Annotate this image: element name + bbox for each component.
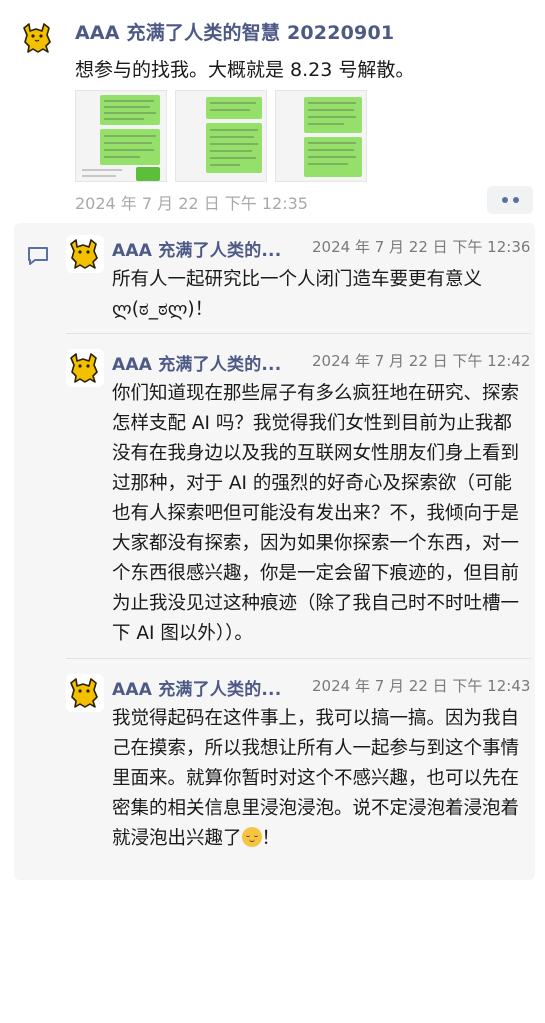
comment-timestamp: 2024 年 7 月 22 日 下午 12:42 [312, 352, 531, 370]
comment-item: AAA 充满了人类的... 2024 年 7 月 22 日 下午 12:43 我… [66, 662, 531, 872]
comment-text-end: ！ [261, 828, 281, 849]
avatar[interactable] [66, 349, 104, 387]
comment-author-name[interactable]: AAA 充满了人类的... [112, 675, 308, 700]
comments-section: AAA 充满了人类的... 2024 年 7 月 22 日 下午 12:36 所… [14, 223, 535, 880]
avatar[interactable] [66, 674, 104, 712]
moment-post: AAA 充满了人类的智慧 20220901 想参与的找我。大概就是 8.23 号… [0, 0, 545, 220]
comment-item: AAA 充满了人类的... 2024 年 7 月 22 日 下午 12:36 所… [66, 223, 531, 320]
cat-avatar-icon [70, 239, 98, 269]
post-image[interactable] [275, 90, 367, 182]
comment-text: 我觉得起码在这件事上，我可以搞一搞。因为我自己在摸索，所以我想让所有人一起参与到… [112, 708, 520, 849]
comment-author-name[interactable]: AAA 充满了人类的... [112, 236, 308, 261]
avatar[interactable] [18, 18, 58, 58]
comment-item: AAA 充满了人类的... 2024 年 7 月 22 日 下午 12:42 你… [66, 337, 531, 647]
divider [66, 333, 531, 334]
comment-icon [28, 247, 48, 265]
post-text: 想参与的找我。大概就是 8.23 号解散。 [75, 59, 415, 81]
relieved-face-emoji-icon [241, 827, 262, 847]
comment-text-block: 我觉得起码在这件事上，我可以搞一搞。因为我自己在摸索，所以我想让所有人一起参与到… [112, 704, 526, 854]
post-author-name[interactable]: AAA 充满了人类的智慧 20220901 [75, 18, 394, 45]
comment-text: 所有人一起研究比一个人闭门造车要更有意义ლ(ಠ_ಠლ)！ [112, 269, 483, 320]
cat-avatar-icon [70, 678, 98, 708]
more-dots-icon[interactable] [487, 186, 533, 214]
comment-text: 你们知道现在那些屌子有多么疯狂地在研究、探索怎样支配 AI 吗？我觉得我们女性到… [112, 383, 520, 644]
post-image-grid [75, 90, 367, 182]
divider [66, 658, 531, 659]
post-timestamp: 2024 年 7 月 22 日 下午 12:35 [75, 194, 308, 213]
cat-avatar-icon [70, 353, 98, 383]
post-image[interactable] [175, 90, 267, 182]
comment-timestamp: 2024 年 7 月 22 日 下午 12:36 [312, 238, 531, 256]
comment-timestamp: 2024 年 7 月 22 日 下午 12:43 [312, 677, 531, 695]
cat-avatar-icon [23, 23, 51, 53]
avatar[interactable] [66, 235, 104, 273]
comment-author-name[interactable]: AAA 充满了人类的... [112, 350, 308, 375]
post-image[interactable] [75, 90, 167, 182]
